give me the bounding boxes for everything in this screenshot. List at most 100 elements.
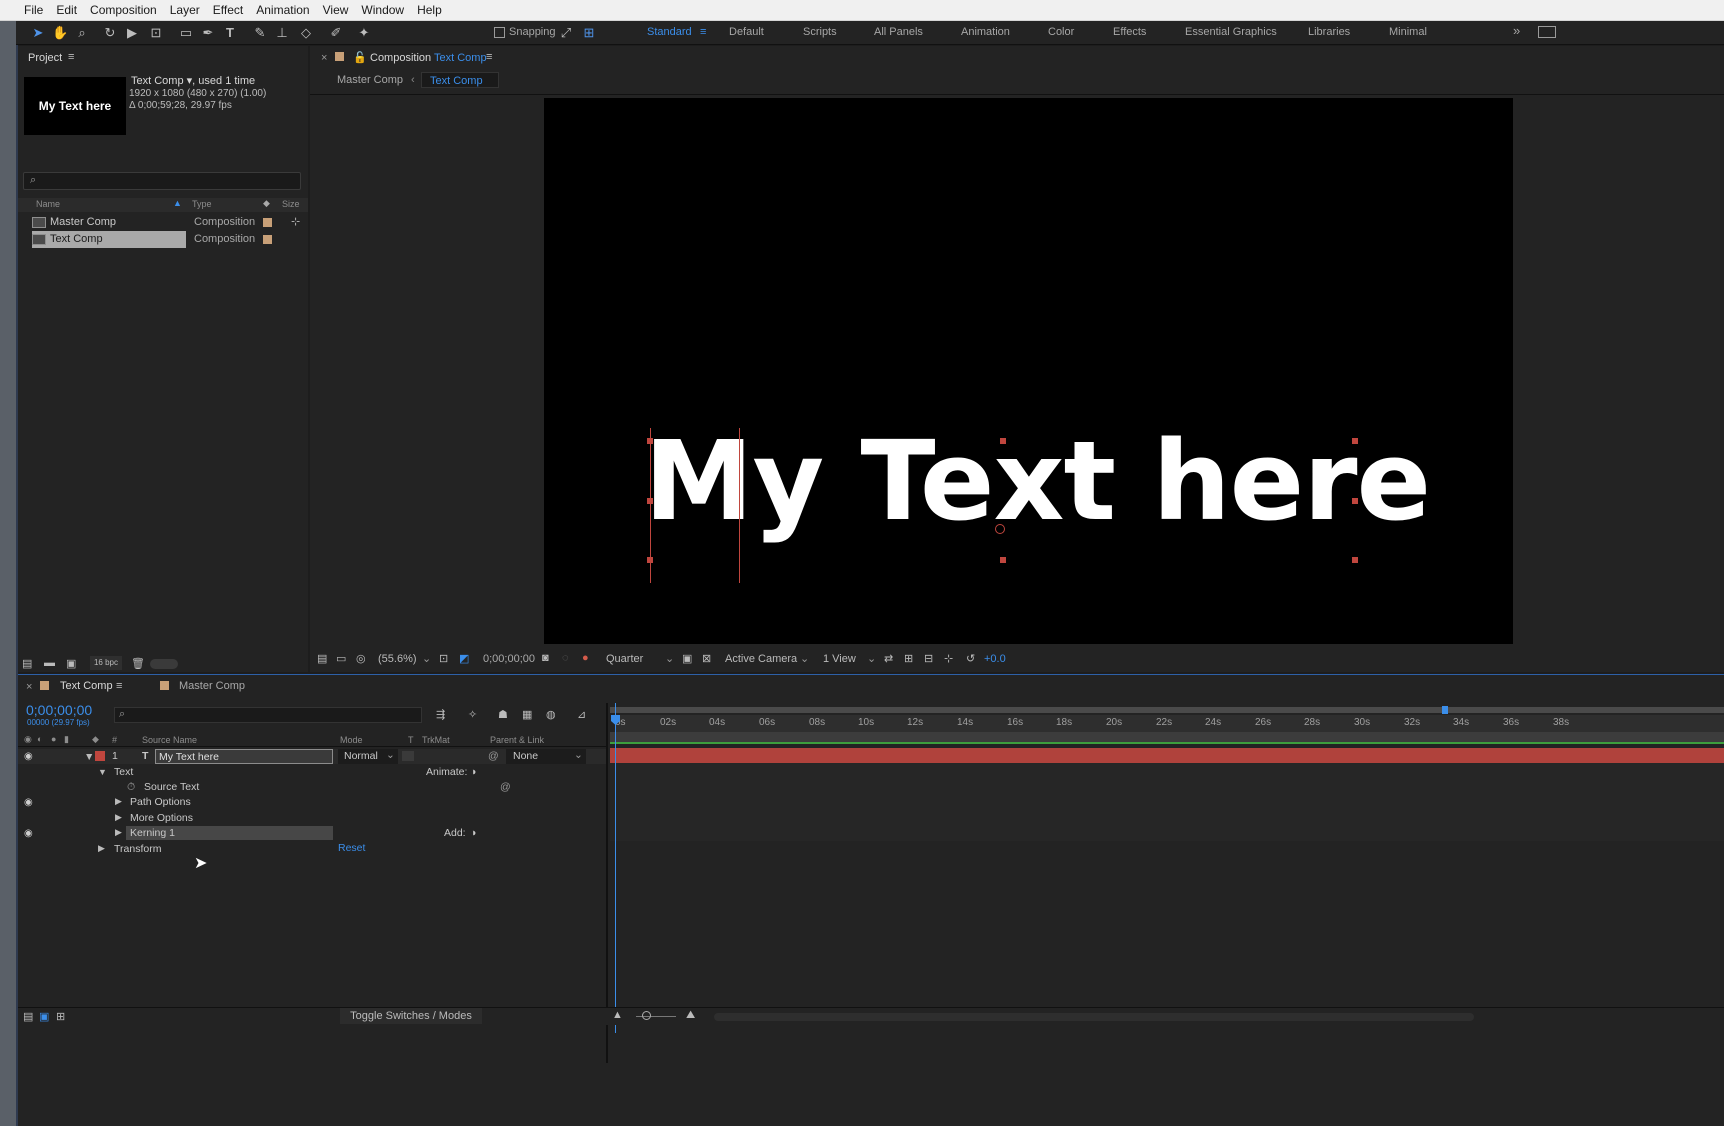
composition-tab[interactable]: Composition Text Comp	[370, 52, 487, 64]
delete-icon[interactable]: 🗑	[131, 657, 145, 670]
column-size[interactable]: Size	[282, 199, 300, 209]
layer-label-color[interactable]	[95, 751, 105, 761]
label-color-swatch[interactable]	[263, 235, 272, 244]
workspace-effects[interactable]: Effects	[1113, 26, 1146, 38]
comp-mini-flowchart-icon[interactable]: ⇶	[436, 708, 445, 721]
workspace-essential-graphics[interactable]: Essential Graphics	[1185, 26, 1277, 38]
new-composition-icon[interactable]: ▣	[66, 657, 76, 670]
workspace-minimal[interactable]: Minimal	[1389, 26, 1427, 38]
twirl-right-icon[interactable]: ▶	[98, 843, 105, 854]
breadcrumb-text-comp[interactable]: Text Comp	[421, 72, 499, 88]
prop-kerning-animator[interactable]: ◉ ▶ Kerning 1 Add: ◑	[18, 826, 606, 841]
toggle-grid-icon[interactable]: ⊠	[702, 652, 711, 665]
pick-whip-icon[interactable]: @	[488, 750, 499, 762]
new-folder-icon[interactable]: ▬	[44, 657, 55, 669]
timeline-menu-icon[interactable]: ≡	[116, 680, 122, 692]
bounding-box-handle[interactable]	[647, 498, 653, 504]
region-of-interest-icon[interactable]: ▣	[682, 652, 692, 665]
menu-view[interactable]: View	[323, 3, 349, 17]
workspace-animation[interactable]: Animation	[961, 26, 1010, 38]
bounding-box-handle[interactable]	[1352, 438, 1358, 444]
lock-icon[interactable]: 🔓	[353, 51, 367, 64]
eye-icon[interactable]: ◉	[24, 751, 35, 762]
project-item-master-comp[interactable]: Master Comp Composition ⊹	[18, 214, 308, 231]
rectangle-tool-icon[interactable]: ▭	[178, 25, 194, 41]
timeline-search-input[interactable]: ⌕	[114, 707, 422, 723]
work-area-bar[interactable]	[610, 707, 1724, 713]
expression-icon[interactable]: @	[500, 781, 511, 793]
graph-editor-icon[interactable]: ⊿	[577, 708, 586, 721]
canvas-text-layer[interactable]: My Text here	[644, 426, 1431, 536]
label-tag-icon[interactable]: ◆	[263, 198, 270, 209]
composition-menu-icon[interactable]: ≡	[486, 51, 492, 63]
zoom-tool-icon[interactable]: ⌕	[74, 25, 90, 41]
workspace-scripts[interactable]: Scripts	[803, 26, 837, 38]
timeline-tab-text-comp[interactable]: Text Comp	[60, 680, 113, 692]
flowchart-icon[interactable]: ⊹	[291, 215, 300, 228]
camera-tool-icon[interactable]: ▶	[124, 25, 140, 41]
project-search-input[interactable]: ⌕	[23, 172, 301, 190]
bounding-box-handle[interactable]	[1352, 498, 1358, 504]
column-type[interactable]: Type	[192, 199, 212, 209]
twirl-right-icon[interactable]: ▶	[115, 827, 122, 838]
time-ruler[interactable]: 0s 02s 04s 06s 08s 10s 12s 14s 16s 18s 2…	[615, 715, 1724, 732]
eye-icon[interactable]: ◉	[24, 828, 35, 839]
prop-more-options[interactable]: ▶ More Options	[18, 811, 606, 826]
menu-composition[interactable]: Composition	[90, 3, 157, 17]
sort-ascending-icon[interactable]: ▲	[173, 198, 182, 208]
resolution-dropdown[interactable]: Quarter	[606, 653, 643, 665]
motion-blur-icon[interactable]: ◍	[546, 708, 556, 721]
reset-link[interactable]: Reset	[338, 842, 365, 854]
menu-help[interactable]: Help	[417, 3, 442, 17]
breadcrumb-master-comp[interactable]: Master Comp	[337, 74, 403, 86]
anchor-point-icon[interactable]	[995, 524, 1005, 534]
layer-switches-icon[interactable]: ▤	[23, 1010, 33, 1023]
show-snapshot-icon[interactable]: ◌	[562, 652, 569, 664]
brush-tool-icon[interactable]: ✎	[252, 25, 268, 41]
zoom-dropdown[interactable]: (55.6%)	[378, 653, 417, 665]
shy-icon[interactable]: ☗	[498, 708, 508, 721]
draft-3d-icon[interactable]: ✧	[468, 708, 477, 721]
twirl-right-icon[interactable]: ▶	[115, 812, 122, 823]
composition-canvas[interactable]: My Text here	[544, 98, 1513, 644]
menu-effect[interactable]: Effect	[213, 3, 243, 17]
frame-blending-icon[interactable]: ▦	[522, 708, 532, 721]
exposure-value[interactable]: +0.0	[984, 653, 1006, 665]
thumbnail-slider[interactable]	[150, 659, 178, 669]
interpret-footage-icon[interactable]: ▤	[22, 657, 32, 670]
mask-visibility-icon[interactable]: ◎	[356, 652, 366, 665]
rotate-tool-icon[interactable]: ↻	[102, 25, 118, 41]
snap-option-icon[interactable]: ⤢	[558, 25, 574, 41]
zoom-in-icon[interactable]: ⛰	[686, 1009, 695, 1022]
zoom-out-icon[interactable]: ▲	[612, 1009, 623, 1021]
prop-path-options[interactable]: ◉ ▶ Path Options	[18, 795, 606, 810]
snapshot-icon[interactable]: ◙	[542, 652, 549, 664]
layer-name-field[interactable]: My Text here	[155, 749, 333, 764]
timeline-icon[interactable]: ⊟	[924, 652, 933, 665]
bounding-box-handle[interactable]	[1000, 557, 1006, 563]
current-time-display[interactable]: 0;00;00;00	[26, 702, 92, 718]
layer-row[interactable]: ◉ ▼ 1 T My Text here Normal ⌄ @ None ⌄	[18, 749, 606, 764]
channel-icon[interactable]: ●	[582, 652, 589, 664]
playhead[interactable]	[615, 703, 616, 1033]
twirl-down-icon[interactable]: ▼	[84, 751, 94, 763]
clone-stamp-tool-icon[interactable]: ⊥	[274, 25, 290, 41]
add-menu-icon[interactable]: ◑	[470, 827, 476, 839]
hand-tool-icon[interactable]: ✋	[52, 25, 68, 41]
bounding-box-handle[interactable]	[647, 438, 653, 444]
selection-tool-icon[interactable]: ➤	[30, 25, 46, 41]
bit-depth-button[interactable]: 16 bpc	[90, 656, 122, 670]
stopwatch-icon[interactable]: ⏱	[127, 781, 135, 794]
project-menu-icon[interactable]: ≡	[68, 51, 74, 63]
zoom-slider-thumb[interactable]	[642, 1011, 651, 1020]
project-item-text-comp[interactable]: Text Comp Composition	[18, 231, 308, 248]
transfer-controls-icon[interactable]: ▣	[39, 1010, 49, 1023]
menu-file[interactable]: File	[24, 3, 43, 17]
prop-transform[interactable]: ▶ Transform Reset	[18, 842, 606, 857]
workspace-libraries[interactable]: Libraries	[1308, 26, 1350, 38]
toggle-switches-modes-button[interactable]: Toggle Switches / Modes	[340, 1008, 482, 1024]
time-graph[interactable]: 0s 02s 04s 06s 08s 10s 12s 14s 16s 18s 2…	[610, 703, 1724, 1033]
menu-window[interactable]: Window	[361, 3, 404, 17]
toggle-pixel-aspect-icon[interactable]: ⇄	[884, 652, 893, 665]
workspace-layout-icon[interactable]	[1538, 26, 1556, 38]
